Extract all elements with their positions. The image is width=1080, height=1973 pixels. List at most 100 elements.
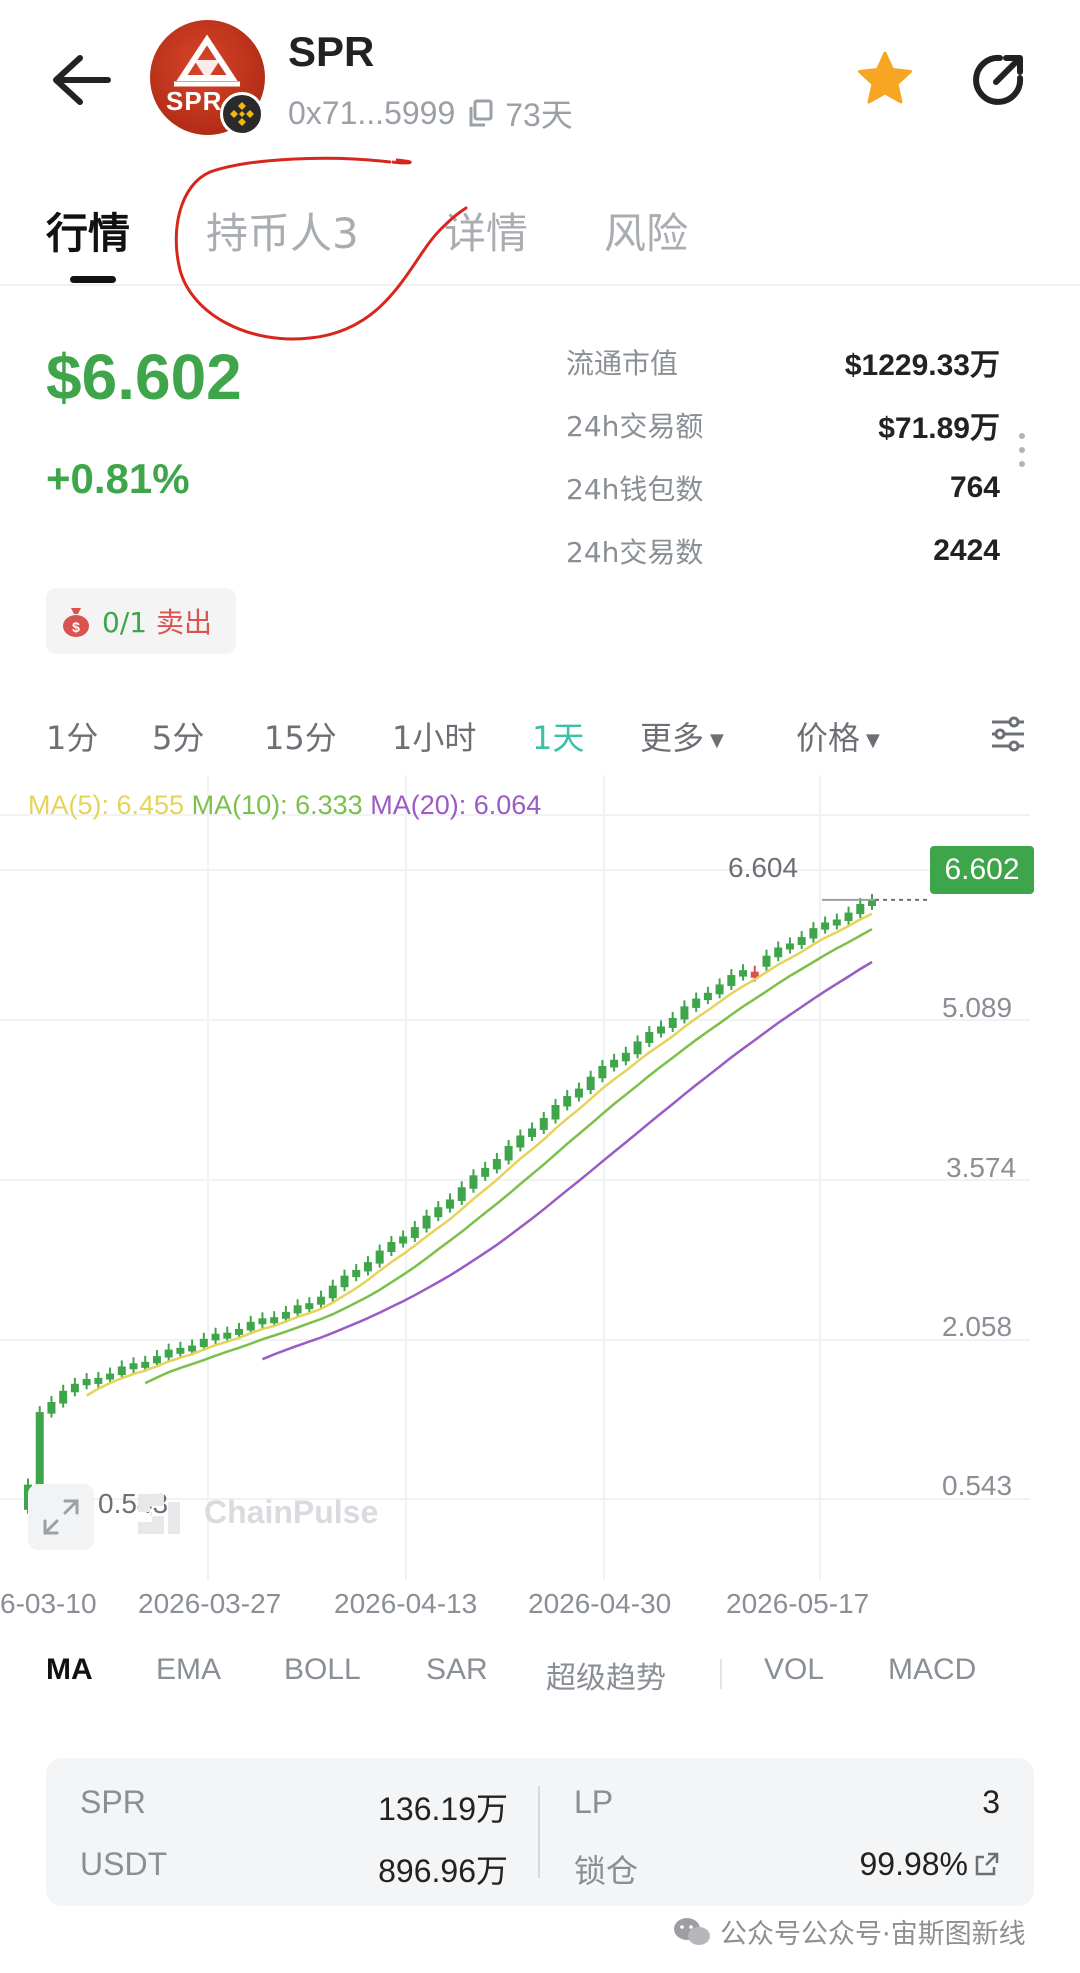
copy-icon[interactable] [467, 99, 493, 127]
current-price: $6.602 [46, 341, 242, 413]
indicator-bar: MA EMA BOLL SAR 超级趋势 VOL MACD [0, 1645, 1080, 1705]
liquidity-card: SPR 136.19万 USDT 896.96万 LP 3 锁仓 99.98% [46, 1758, 1034, 1906]
back-arrow-icon[interactable] [50, 52, 112, 108]
candle [739, 970, 748, 977]
interval-15m[interactable]: 15分 [264, 713, 337, 759]
external-link-icon [975, 1852, 999, 1876]
candle [797, 937, 806, 945]
tab-market[interactable]: 行情 [46, 200, 130, 261]
candle [129, 1363, 138, 1370]
stat-value: 2424 [933, 533, 1000, 567]
candle [832, 919, 841, 926]
stat-value: $71.89万 [878, 411, 1000, 445]
candle [188, 1345, 197, 1352]
fullscreen-button[interactable] [28, 1484, 94, 1550]
candle [481, 1167, 490, 1177]
lock-value: 99.98% [859, 1846, 968, 1882]
interval-1m[interactable]: 1分 [46, 713, 98, 759]
high-price-marker: 6.604 [728, 852, 799, 883]
active-tab-indicator [70, 276, 116, 283]
sell-count: 0/1 [102, 606, 148, 639]
indicator-macd[interactable]: MACD [888, 1653, 976, 1687]
candle [281, 1311, 290, 1319]
candle [235, 1328, 243, 1335]
expand-icon [43, 1499, 79, 1535]
sell-text: 0/1 卖出 [102, 601, 212, 641]
candle [504, 1145, 513, 1161]
candle [47, 1402, 56, 1414]
x-tick-label: 6-03-10 [0, 1588, 97, 1619]
candle [94, 1377, 103, 1384]
favorite-star-icon[interactable] [856, 50, 914, 106]
lock-label: 锁仓 [574, 1853, 639, 1889]
candle [762, 955, 771, 967]
lp-value: 3 [982, 1784, 1000, 1820]
indicator-ma[interactable]: MA [46, 1653, 93, 1687]
candle [305, 1303, 314, 1310]
interval-1h[interactable]: 1小时 [392, 713, 476, 759]
indicator-ema[interactable]: EMA [156, 1653, 221, 1687]
candle [35, 1412, 44, 1487]
sell-badge[interactable]: $ 0/1 卖出 [46, 588, 236, 654]
lp-label: LP [574, 1784, 614, 1820]
stat-label: 流通市值 [566, 346, 679, 380]
tab-holders[interactable]: 持币人3 [206, 200, 359, 261]
more-vertical-icon[interactable] [1012, 430, 1032, 470]
candle [563, 1096, 572, 1107]
svg-text:$: $ [72, 619, 80, 635]
tab-details[interactable]: 详情 [444, 200, 528, 261]
price-type-dropdown[interactable]: 价格 ▼ [796, 713, 880, 759]
stat-label: 24h交易数 [566, 535, 704, 569]
wechat-icon [674, 1917, 710, 1945]
ma-legend: MA(5): 6.455 MA(10): 6.333 MA(20): 6.064 [28, 790, 541, 821]
candle [446, 1199, 454, 1209]
candle [293, 1305, 302, 1314]
price-type-label: 价格 [796, 719, 861, 757]
candle [551, 1104, 560, 1120]
interval-more-label: 更多 [640, 719, 705, 757]
candle [258, 1318, 267, 1325]
chainpulse-logo [138, 1494, 180, 1534]
candle [82, 1379, 91, 1386]
candle [703, 992, 712, 1001]
chevron-down-icon: ▼ [866, 729, 880, 751]
candle [598, 1065, 607, 1079]
pool-token-amount: 136.19万 [378, 1791, 508, 1827]
footer-watermark-text: 公众号公众号·宙斯图新线 [720, 1919, 1026, 1950]
chart-settings-icon[interactable] [988, 714, 1028, 754]
candle [399, 1236, 408, 1244]
interval-1d[interactable]: 1天 [532, 713, 584, 759]
token-address-row: 0x71...5999 73天 [288, 90, 573, 136]
tab-bar: 行情 持币人3 详情 风险 [0, 190, 1080, 286]
candle [199, 1338, 208, 1348]
candle [492, 1158, 501, 1170]
x-tick-label: 2026-03-27 [138, 1588, 282, 1619]
candle [223, 1332, 232, 1339]
share-icon[interactable] [970, 52, 1026, 108]
y-tick-label: 3.574 [946, 1152, 1017, 1183]
ma5-line [85, 912, 873, 1397]
candle [375, 1250, 384, 1264]
ma5-value: MA(5): 6.455 [28, 790, 185, 820]
interval-more-dropdown[interactable]: 更多 ▼ [640, 713, 724, 759]
price-change: +0.81% [46, 455, 190, 502]
stat-row-market-cap: 流通市值 $1229.33万 [566, 330, 1000, 393]
indicator-sar[interactable]: SAR [426, 1653, 488, 1687]
candle [774, 947, 783, 958]
stat-value: 764 [949, 470, 1000, 504]
candle [645, 1032, 654, 1043]
lock-value-link[interactable]: 99.98% [786, 1846, 1000, 1883]
candle [70, 1383, 79, 1393]
stat-row-wallets: 24h钱包数 764 [566, 456, 1000, 519]
candle [586, 1076, 595, 1091]
indicator-boll[interactable]: BOLL [284, 1653, 361, 1687]
market-stats: 流通市值 $1229.33万 24h交易额 $71.89万 24h钱包数 764… [566, 330, 1000, 582]
candle [668, 1017, 677, 1028]
tab-risk[interactable]: 风险 [604, 200, 688, 261]
indicator-supertrend[interactable]: 超级趋势 [546, 1653, 666, 1697]
indicator-vol[interactable]: VOL [764, 1653, 824, 1687]
sell-label: 卖出 [155, 606, 212, 639]
contract-address: 0x71...5999 [288, 94, 456, 131]
candle [410, 1227, 419, 1238]
interval-5m[interactable]: 5分 [152, 713, 204, 759]
